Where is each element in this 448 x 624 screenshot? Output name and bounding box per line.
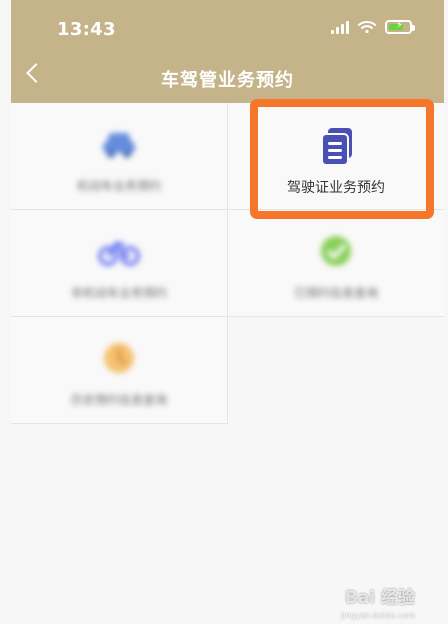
watermark-url: jingyan.baidu.com <box>341 611 415 620</box>
empty-grid-cell <box>228 317 444 424</box>
clock-icon <box>104 343 134 373</box>
car-icon <box>103 133 135 158</box>
battery-icon: ⚡ <box>385 20 415 34</box>
top-header: 13:43 ⚡ 车驾管业务预约 <box>11 0 444 103</box>
tile-label: 非机动车业务预约 <box>70 286 167 300</box>
navigation-bar: 车驾管业务预约 <box>11 58 444 98</box>
tile-label: 驾驶证业务预约 <box>287 180 385 196</box>
driver-license-appointment-tile[interactable]: 驾驶证业务预约 <box>228 103 444 210</box>
service-grid: 机动车业务预约 驾驶证业务预约 非机动车业务预约 已预约信息查询 历史预约信息查… <box>11 103 444 424</box>
document-icon <box>321 128 352 166</box>
tile-label: 机动车业务预约 <box>76 179 161 193</box>
tile-label: 已预约信息查询 <box>293 286 378 300</box>
app-screen: 13:43 ⚡ 车驾管业务预约 机动车业务预约 驾驶证业务预约 非机动车业务预约… <box>11 0 444 624</box>
status-time: 13:43 <box>57 19 116 40</box>
check-circle-icon <box>321 236 351 266</box>
vehicle-business-appointment-tile[interactable]: 机动车业务预约 <box>11 103 228 210</box>
bicycle-icon <box>98 240 140 266</box>
watermark: Bai 经验 <box>344 588 415 608</box>
non-motor-vehicle-appointment-tile[interactable]: 非机动车业务预约 <box>11 210 228 317</box>
wifi-icon <box>358 21 376 34</box>
history-appointment-query-tile[interactable]: 历史预约信息查询 <box>11 317 228 424</box>
signal-icon <box>331 20 349 34</box>
tile-label: 历史预约信息查询 <box>70 393 167 407</box>
page-title: 车驾管业务预约 <box>161 70 294 91</box>
status-icons: ⚡ <box>331 20 415 34</box>
booked-info-query-tile[interactable]: 已预约信息查询 <box>228 210 444 317</box>
